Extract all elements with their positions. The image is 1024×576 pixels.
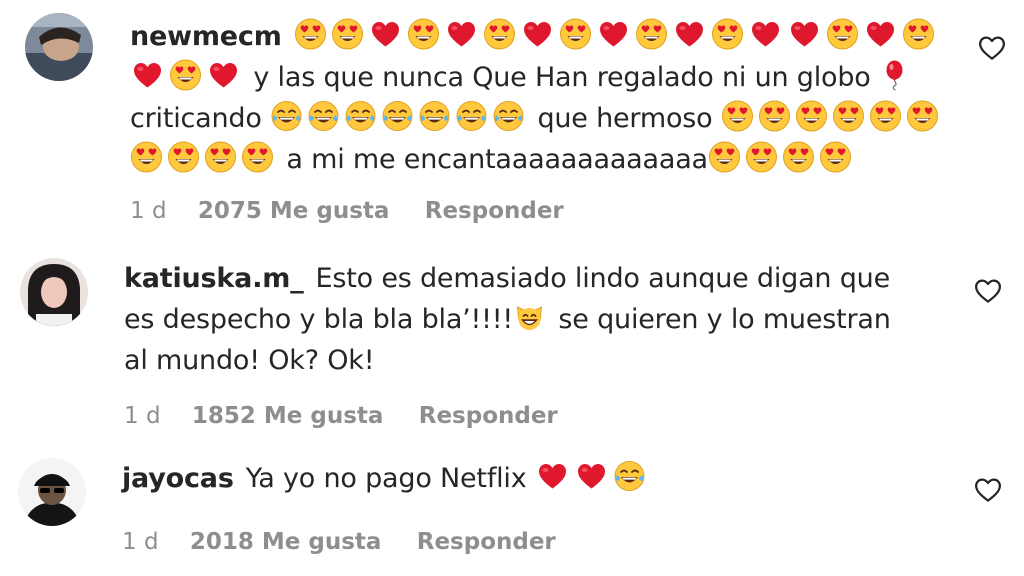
comment-time: 1 d [122, 529, 159, 555]
comment-meta: 1 d 2075 Me gusta Responder [130, 198, 564, 224]
comments-list: newmecm y las que nunca Que Han regalado… [0, 0, 1024, 576]
comment-likes[interactable]: 2075 Me gusta [198, 198, 390, 224]
comment-text-segment: Ya yo no pago Netflix [245, 463, 535, 494]
heart-eyes-emoji-icon [204, 141, 237, 173]
avatar[interactable] [20, 258, 88, 326]
heart-eyes-emoji-icon [130, 141, 163, 173]
heart-eyes-emoji-icon [407, 18, 440, 50]
red-heart-emoji-icon [863, 18, 898, 50]
red-heart-emoji-icon [444, 18, 479, 50]
heart-eyes-emoji-icon [711, 18, 744, 50]
comment-text: katiuska.m_ Esto es demasiado lindo aunqu… [124, 258, 904, 381]
reply-button[interactable]: Responder [425, 198, 564, 224]
red-heart-emoji-icon [368, 18, 403, 50]
heart-eyes-emoji-icon [782, 141, 815, 173]
heart-eyes-emoji-icon [708, 141, 741, 173]
heart-eyes-emoji-icon [819, 141, 852, 173]
red-heart-emoji-icon [748, 18, 783, 50]
heart-eyes-emoji-icon [635, 18, 668, 50]
red-heart-emoji-icon [672, 18, 707, 50]
balloon-emoji-icon [879, 59, 912, 91]
red-heart-emoji-icon [130, 59, 165, 91]
comment-text-segment: que hermoso [529, 103, 721, 134]
tears-of-joy-emoji-icon [418, 100, 451, 132]
heart-eyes-emoji-icon [795, 100, 828, 132]
reply-button[interactable]: Responder [419, 403, 558, 429]
comment-likes[interactable]: 1852 Me gusta [192, 403, 384, 429]
red-heart-emoji-icon [596, 18, 631, 50]
heart-eyes-emoji-icon [826, 18, 859, 50]
heart-eyes-emoji-icon [869, 100, 902, 132]
like-heart-icon[interactable] [973, 276, 1003, 306]
heart-eyes-emoji-icon [902, 18, 935, 50]
heart-eyes-emoji-icon [721, 100, 754, 132]
avatar[interactable] [25, 13, 93, 81]
comment-text: jayocas Ya yo no pago Netflix [122, 458, 902, 499]
red-heart-emoji-icon [520, 18, 555, 50]
comment-text-segment: y las que nunca Que Han regalado ni un g… [245, 62, 879, 93]
tears-of-joy-emoji-icon [307, 100, 340, 132]
comment-text-segment: criticando [130, 103, 271, 134]
heart-eyes-emoji-icon [559, 18, 592, 50]
heart-eyes-emoji-icon [758, 100, 791, 132]
red-heart-emoji-icon [206, 59, 241, 91]
like-heart-icon[interactable] [977, 33, 1007, 63]
comment-username[interactable]: newmecm [130, 21, 282, 52]
tears-of-joy-emoji-icon [344, 100, 377, 132]
tears-of-joy-emoji-icon [613, 460, 646, 492]
tears-of-joy-emoji-icon [381, 100, 414, 132]
comment-username[interactable]: jayocas [122, 463, 234, 494]
comment-meta: 1 d 2018 Me gusta Responder [122, 529, 556, 555]
comment-username[interactable]: katiuska.m_ [124, 263, 304, 294]
reply-button[interactable]: Responder [417, 529, 556, 555]
cat-grin-emoji-icon [513, 301, 546, 333]
heart-eyes-emoji-icon [331, 18, 364, 50]
heart-eyes-emoji-icon [832, 100, 865, 132]
red-heart-emoji-icon [787, 18, 822, 50]
like-heart-icon[interactable] [973, 475, 1003, 505]
red-heart-emoji-icon [535, 460, 570, 492]
avatar[interactable] [18, 458, 86, 526]
heart-eyes-emoji-icon [167, 141, 200, 173]
tears-of-joy-emoji-icon [455, 100, 488, 132]
red-heart-emoji-icon [574, 460, 609, 492]
heart-eyes-emoji-icon [241, 141, 274, 173]
heart-eyes-emoji-icon [483, 18, 516, 50]
comment-text: newmecm y las que nunca Que Han regalado… [130, 16, 950, 180]
heart-eyes-emoji-icon [169, 59, 202, 91]
heart-eyes-emoji-icon [906, 100, 939, 132]
heart-eyes-emoji-icon [294, 18, 327, 50]
comment-text-segment: a mi me encantaaaaaaaaaaaaa [278, 144, 708, 175]
comment-likes[interactable]: 2018 Me gusta [190, 529, 382, 555]
comment-time: 1 d [130, 198, 167, 224]
tears-of-joy-emoji-icon [492, 100, 525, 132]
comment-meta: 1 d 1852 Me gusta Responder [124, 403, 558, 429]
comment-time: 1 d [124, 403, 161, 429]
heart-eyes-emoji-icon [745, 141, 778, 173]
tears-of-joy-emoji-icon [270, 100, 303, 132]
